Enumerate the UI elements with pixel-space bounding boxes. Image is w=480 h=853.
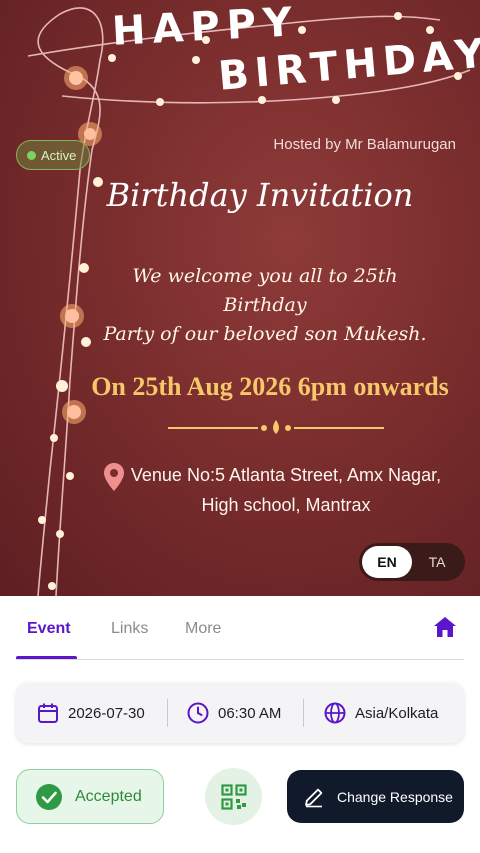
tab-more[interactable]: More: [185, 620, 221, 638]
welcome-line-2: Party of our beloved son Mukesh.: [103, 323, 427, 345]
event-time: 06:30 AM: [186, 683, 281, 743]
check-circle-icon: [36, 783, 62, 810]
clock-icon: [187, 702, 209, 724]
status-label: Active: [41, 147, 77, 163]
globe-icon: [324, 702, 346, 724]
ornament-divider: [168, 420, 384, 434]
language-toggle[interactable]: EN TA: [359, 543, 465, 581]
venue-address: Venue No:5 Atlanta Street, Amx Nagar, Hi…: [130, 460, 442, 520]
change-response-button[interactable]: Change Response: [287, 770, 464, 823]
accepted-label: Accepted: [75, 787, 142, 805]
edit-pencil-icon: [305, 788, 323, 807]
event-date-line: On 25th Aug 2026 6pm onwards: [91, 372, 449, 401]
location-pin-icon: [104, 463, 124, 491]
tab-divider: [16, 659, 464, 660]
event-date: 2026-07-30: [36, 683, 145, 743]
welcome-message: We welcome you all to 25th Birthday Part…: [90, 262, 440, 349]
home-icon[interactable]: [432, 615, 458, 639]
event-time-text: 06:30 AM: [218, 704, 282, 722]
calendar-icon: [38, 703, 58, 723]
info-separator: [303, 699, 304, 727]
language-option-en[interactable]: EN: [362, 546, 412, 578]
language-option-ta[interactable]: TA: [412, 546, 462, 578]
info-separator: [167, 699, 168, 727]
status-badge: Active: [16, 140, 90, 170]
qr-code-button[interactable]: [205, 768, 262, 825]
qr-code-icon: [220, 783, 247, 810]
event-info-bar: 2026-07-30 06:30 AM Asia/Kolkata: [16, 683, 464, 743]
status-dot-icon: [27, 150, 36, 160]
event-timezone: Asia/Kolkata: [323, 683, 438, 743]
venue-line-2: High school, Mantrax: [201, 495, 371, 515]
event-timezone-text: Asia/Kolkata: [355, 704, 439, 722]
tab-bar: Event Links More: [0, 596, 480, 662]
tab-event[interactable]: Event: [27, 620, 71, 638]
invitation-card: HAPPY BIRTHDAY Active Hosted by Mr Balam…: [0, 0, 480, 596]
app-screen: HAPPY BIRTHDAY Active Hosted by Mr Balam…: [0, 0, 480, 853]
hosted-by-text: Hosted by Mr Balamurugan: [273, 136, 456, 153]
invitation-title: Birthday Invitation: [106, 176, 414, 214]
venue-line-1: Venue No:5 Atlanta Street, Amx Nagar,: [130, 465, 442, 485]
accepted-button[interactable]: Accepted: [16, 769, 164, 824]
tab-links[interactable]: Links: [111, 620, 148, 638]
welcome-line-1: We welcome you all to 25th Birthday: [132, 265, 398, 316]
change-response-label: Change Response: [337, 788, 453, 805]
event-date-text: 2026-07-30: [68, 704, 145, 722]
